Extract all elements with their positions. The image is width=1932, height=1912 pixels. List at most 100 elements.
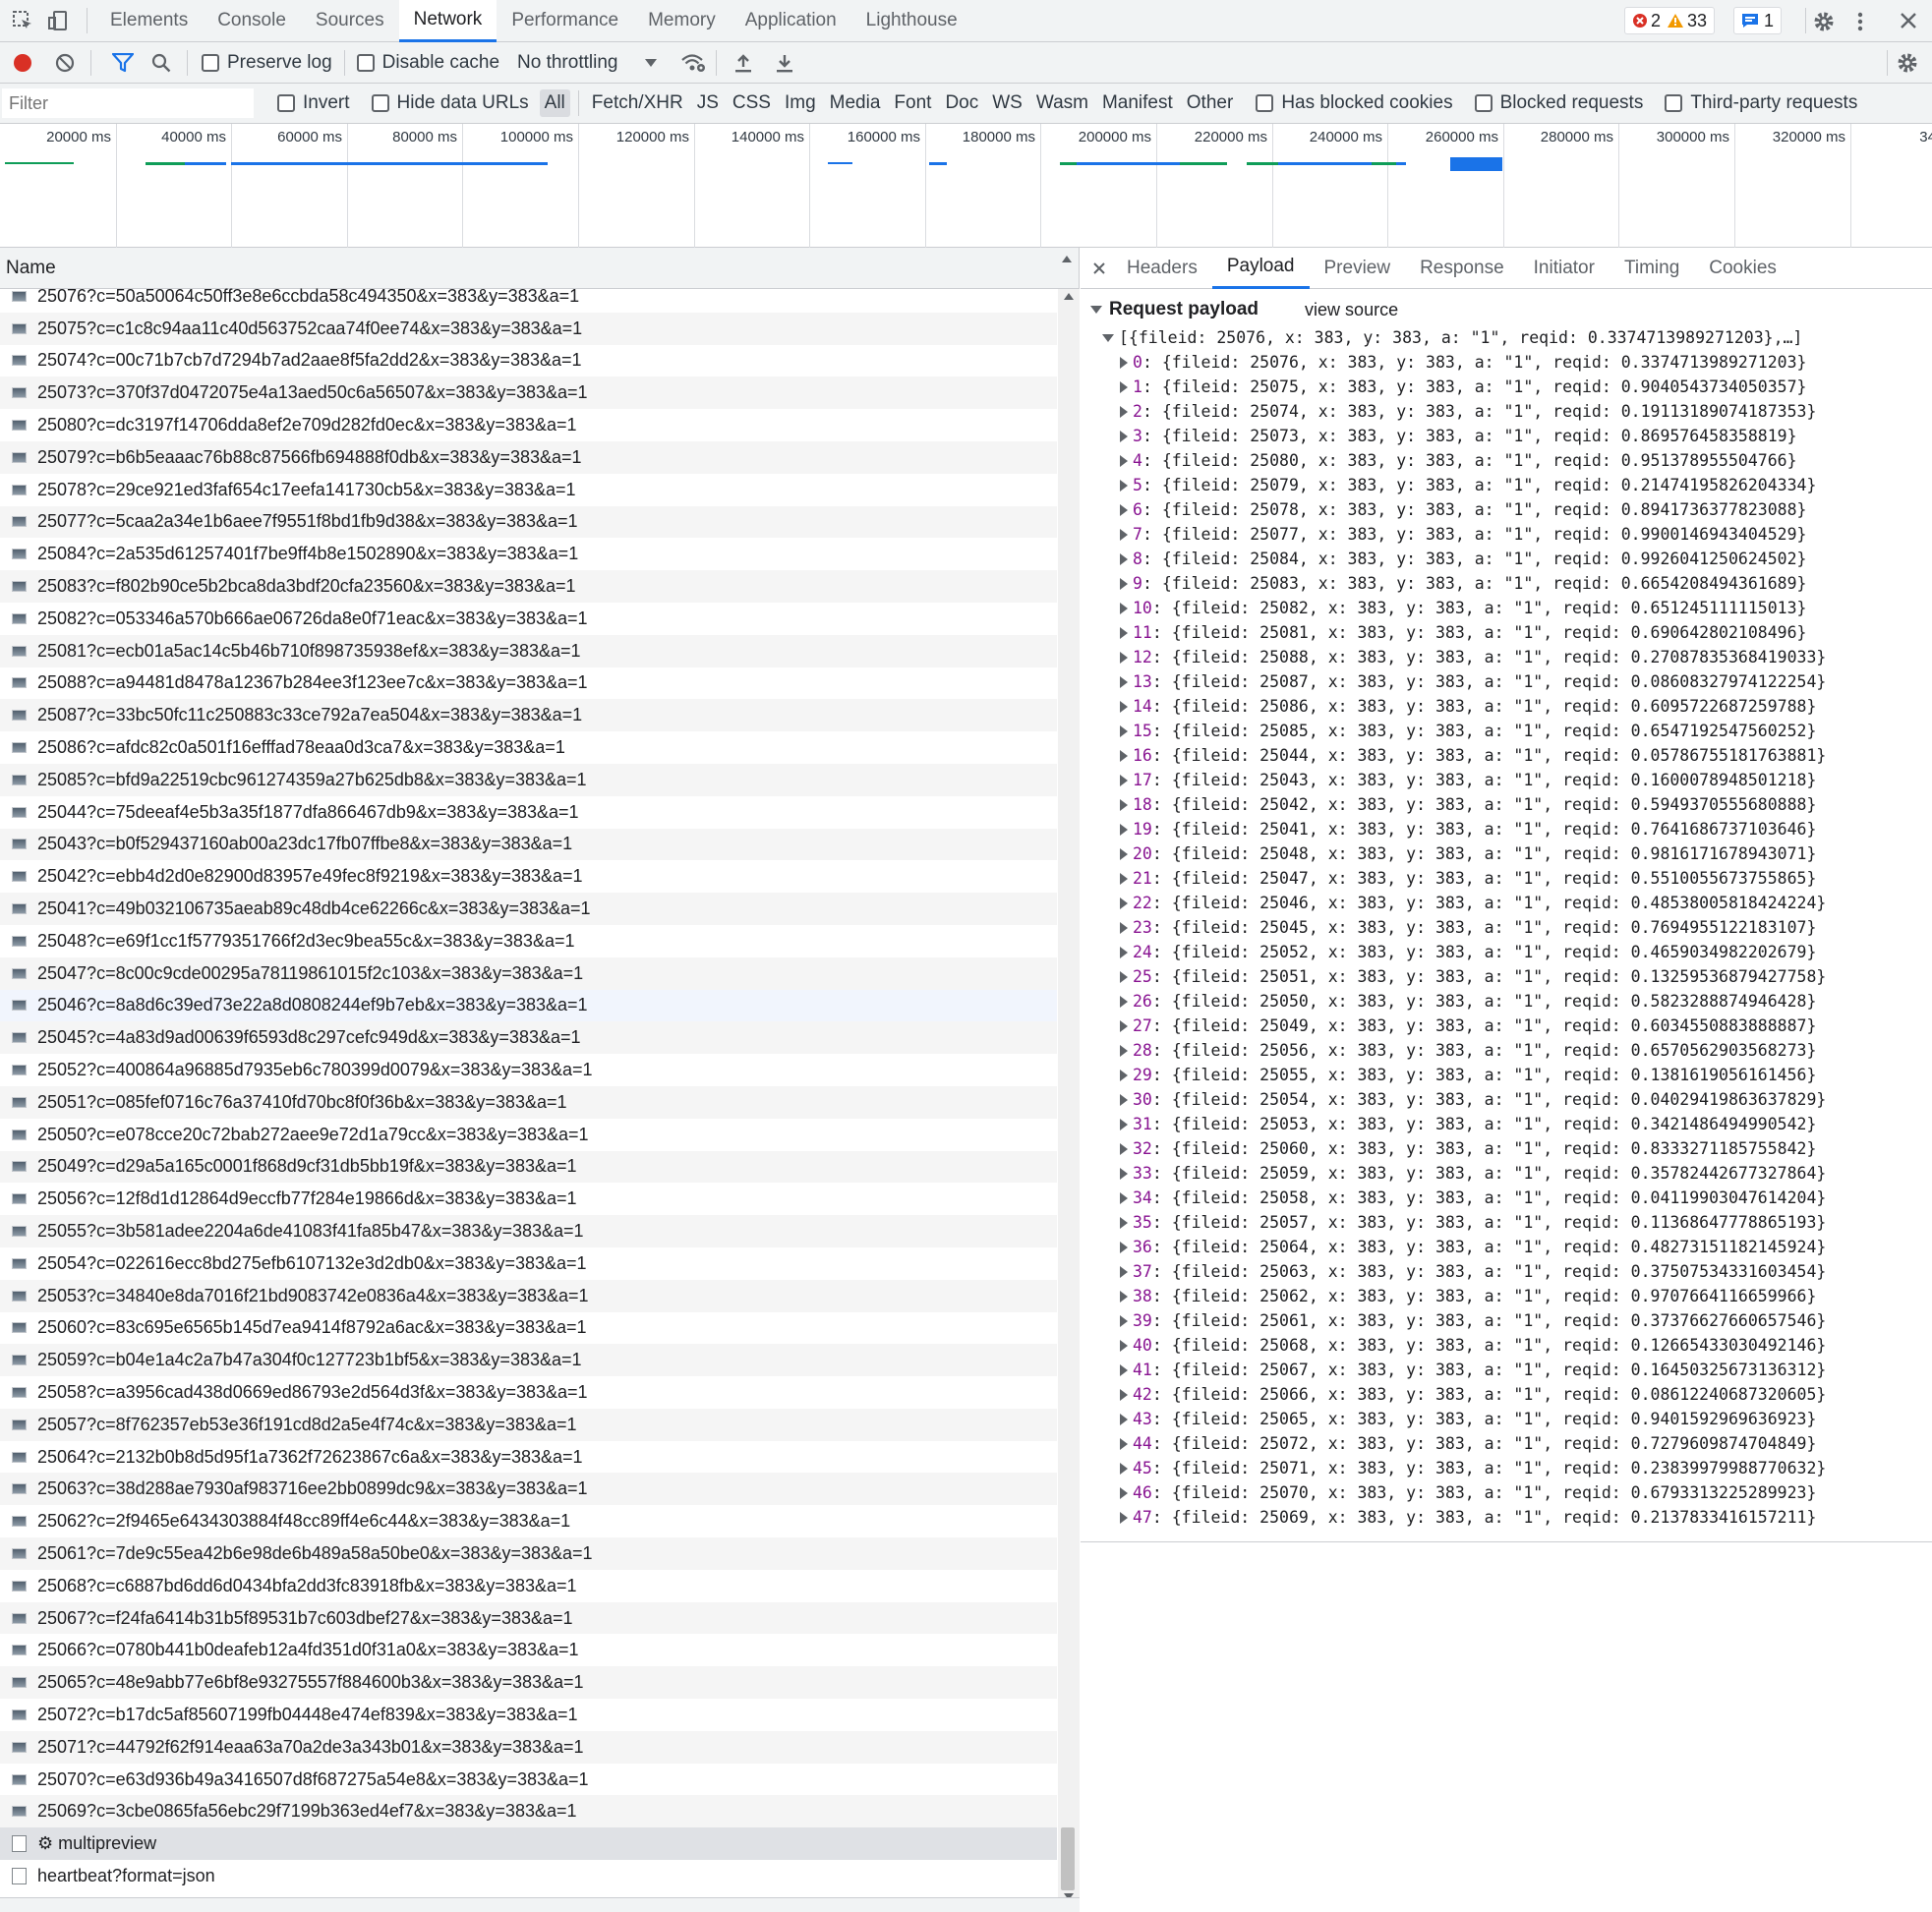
network-settings-gear-icon[interactable] [1896, 51, 1919, 75]
expand-triangle-icon[interactable] [1120, 774, 1128, 786]
request-list-scrollbar[interactable] [1058, 289, 1080, 1901]
detail-tab-timing[interactable]: Timing [1610, 248, 1694, 289]
payload-entry[interactable]: 16: {fileid: 25044, x: 383, y: 383, a: "… [1120, 743, 1932, 768]
expand-triangle-icon[interactable] [1120, 1019, 1128, 1032]
expand-triangle-icon[interactable] [1120, 897, 1128, 909]
payload-entry[interactable]: 27: {fileid: 25049, x: 383, y: 383, a: "… [1120, 1014, 1932, 1038]
expand-triangle-icon[interactable] [1120, 749, 1128, 762]
payload-entry[interactable]: 23: {fileid: 25045, x: 383, y: 383, a: "… [1120, 915, 1932, 940]
payload-entry[interactable]: 35: {fileid: 25057, x: 383, y: 383, a: "… [1120, 1210, 1932, 1235]
payload-entry[interactable]: 47: {fileid: 25069, x: 383, y: 383, a: "… [1120, 1505, 1932, 1530]
payload-entry[interactable]: 26: {fileid: 25050, x: 383, y: 383, a: "… [1120, 989, 1932, 1014]
payload-entry[interactable]: 38: {fileid: 25062, x: 383, y: 383, a: "… [1120, 1284, 1932, 1308]
expand-triangle-icon[interactable] [1120, 995, 1128, 1008]
invert-checkbox[interactable] [277, 94, 295, 112]
expand-triangle-icon[interactable] [1120, 380, 1128, 393]
payload-entry[interactable]: 40: {fileid: 25068, x: 383, y: 383, a: "… [1120, 1333, 1932, 1358]
type-filter-doc[interactable]: Doc [940, 89, 983, 117]
request-row[interactable]: 25061?c=7de9c55ea42b6e98de6b489a58a50be0… [0, 1537, 1057, 1570]
view-source-link[interactable]: view source [1305, 300, 1398, 320]
expand-triangle-icon[interactable] [1120, 651, 1128, 664]
request-row[interactable]: 25051?c=085fef0716c76a37410fd70bc8f0f36b… [0, 1085, 1057, 1119]
messages-counter[interactable]: 1 [1733, 7, 1783, 34]
type-filter-other[interactable]: Other [1182, 89, 1239, 117]
payload-entry[interactable]: 25: {fileid: 25051, x: 383, y: 383, a: "… [1120, 964, 1932, 989]
expand-triangle-icon[interactable] [1120, 724, 1128, 737]
request-row[interactable]: 25072?c=b17dc5af85607199fb04448e474ef839… [0, 1699, 1057, 1731]
request-row[interactable]: ⚙ multipreview [0, 1827, 1057, 1861]
request-row[interactable]: 25058?c=a3956cad438d0669ed86793e2d564d3f… [0, 1376, 1057, 1409]
type-filter-all[interactable]: All [539, 89, 570, 117]
payload-entry[interactable]: 11: {fileid: 25081, x: 383, y: 383, a: "… [1120, 620, 1932, 645]
expand-triangle-icon[interactable] [1120, 1511, 1128, 1524]
request-row[interactable]: 25079?c=b6b5eaaac76b88c87566fb694888f0db… [0, 440, 1057, 474]
request-row[interactable]: 25087?c=33bc50fc11c250883c33ce792a7ea504… [0, 699, 1057, 732]
tab-application[interactable]: Application [731, 0, 851, 42]
detail-tab-response[interactable]: Response [1405, 248, 1519, 289]
expand-triangle-icon[interactable] [1120, 1388, 1128, 1401]
payload-entry[interactable]: 3: {fileid: 25073, x: 383, y: 383, a: "1… [1120, 424, 1932, 448]
expand-triangle-icon[interactable] [1120, 405, 1128, 418]
expand-triangle-icon[interactable] [1120, 1413, 1128, 1425]
throttling-select[interactable]: No throttling [517, 52, 658, 74]
scroll-up-arrow-icon[interactable] [1064, 293, 1074, 300]
payload-entry[interactable]: 7: {fileid: 25077, x: 383, y: 383, a: "1… [1120, 522, 1932, 547]
request-row[interactable]: 25074?c=00c71b7cb7d7294b7ad2aae8f5fa2dd2… [0, 345, 1057, 377]
payload-entry[interactable]: 10: {fileid: 25082, x: 383, y: 383, a: "… [1120, 596, 1932, 620]
expand-triangle-icon[interactable] [1120, 1069, 1128, 1081]
request-row[interactable]: 25088?c=a94481d8478a12367b284ee3f123ee7c… [0, 667, 1057, 700]
filter-funnel-icon[interactable] [112, 52, 134, 73]
request-row[interactable]: 25063?c=38d288ae7930af983716ee2bb0899dc9… [0, 1473, 1057, 1506]
close-devtools-icon[interactable] [1899, 11, 1918, 30]
payload-entry[interactable]: 46: {fileid: 25070, x: 383, y: 383, a: "… [1120, 1480, 1932, 1505]
tab-elements[interactable]: Elements [95, 0, 203, 42]
request-row[interactable]: 25066?c=0780b441b0deafeb12a4fd351d0f31a0… [0, 1634, 1057, 1666]
disable-cache-checkbox[interactable] [356, 53, 375, 72]
expand-triangle-icon[interactable] [1120, 700, 1128, 713]
payload-entry[interactable]: 5: {fileid: 25079, x: 383, y: 383, a: "1… [1120, 473, 1932, 497]
payload-entry[interactable]: 34: {fileid: 25058, x: 383, y: 383, a: "… [1120, 1186, 1932, 1210]
request-row[interactable]: 25060?c=83c695e6565b145d7ea9414f8792a6ac… [0, 1312, 1057, 1345]
expand-triangle-icon[interactable] [1120, 1044, 1128, 1057]
payload-entry[interactable]: 12: {fileid: 25088, x: 383, y: 383, a: "… [1120, 645, 1932, 669]
request-row[interactable]: 25053?c=34840e8da7016f21bd9083742e0836a4… [0, 1279, 1057, 1312]
expand-triangle-icon[interactable] [1120, 1314, 1128, 1327]
expand-triangle-icon[interactable] [1120, 1265, 1128, 1278]
request-row[interactable]: 25073?c=370f37d0472075e4a13aed50c6a56507… [0, 377, 1057, 410]
request-row[interactable]: 25044?c=75deeaf4e5b3a35f1877dfa866467db9… [0, 796, 1057, 829]
expand-triangle-icon[interactable] [1120, 1118, 1128, 1130]
type-filter-fetch-xhr[interactable]: Fetch/XHR [587, 89, 688, 117]
payload-entry[interactable]: 14: {fileid: 25086, x: 383, y: 383, a: "… [1120, 694, 1932, 719]
payload-entry[interactable]: 42: {fileid: 25066, x: 383, y: 383, a: "… [1120, 1382, 1932, 1407]
type-filter-font[interactable]: Font [889, 89, 936, 117]
expand-triangle-icon[interactable] [1120, 872, 1128, 885]
payload-entry[interactable]: 19: {fileid: 25041, x: 383, y: 383, a: "… [1120, 817, 1932, 841]
request-row[interactable]: 25085?c=bfd9a22519cbc961274359a27b625db8… [0, 763, 1057, 796]
detail-tab-headers[interactable]: Headers [1112, 248, 1212, 289]
export-har-download-icon[interactable] [776, 53, 793, 73]
detail-tab-initiator[interactable]: Initiator [1519, 248, 1610, 289]
detail-tab-cookies[interactable]: Cookies [1694, 248, 1791, 289]
type-filter-manifest[interactable]: Manifest [1097, 89, 1178, 117]
payload-entry[interactable]: 41: {fileid: 25067, x: 383, y: 383, a: "… [1120, 1358, 1932, 1382]
tab-performance[interactable]: Performance [497, 0, 633, 42]
request-row[interactable]: 25084?c=2a535d61257401f7be9ff4b8e1502890… [0, 538, 1057, 570]
expand-triangle-icon[interactable] [1120, 430, 1128, 442]
preserve-log-checkbox[interactable] [202, 53, 219, 72]
payload-entry[interactable]: 43: {fileid: 25065, x: 383, y: 383, a: "… [1120, 1407, 1932, 1431]
expand-triangle-icon[interactable] [1120, 1142, 1128, 1155]
request-row[interactable]: 25082?c=053346a570b666ae06726da8e0f71eac… [0, 603, 1057, 635]
payload-entry[interactable]: 39: {fileid: 25061, x: 383, y: 383, a: "… [1120, 1308, 1932, 1333]
expand-triangle-icon[interactable] [1120, 847, 1128, 860]
third-party-requests-checkbox[interactable] [1665, 94, 1683, 112]
inspect-element-icon[interactable] [12, 10, 33, 31]
request-row[interactable]: 25069?c=3cbe0865fa56ebc29f7199b363ed4ef7… [0, 1795, 1057, 1828]
expand-triangle-icon[interactable] [1120, 626, 1128, 639]
network-conditions-wifi-icon[interactable] [680, 53, 706, 73]
expand-triangle-icon[interactable] [1120, 454, 1128, 467]
type-filter-ws[interactable]: WS [987, 89, 1027, 117]
expand-triangle-icon[interactable] [1120, 1437, 1128, 1450]
tab-sources[interactable]: Sources [301, 0, 399, 42]
request-row[interactable]: heartbeat?format=json [0, 1860, 1057, 1892]
network-overview-timeline[interactable]: 20000 ms 40000 ms 60000 ms 80000 ms 100000 m… [0, 124, 1932, 248]
